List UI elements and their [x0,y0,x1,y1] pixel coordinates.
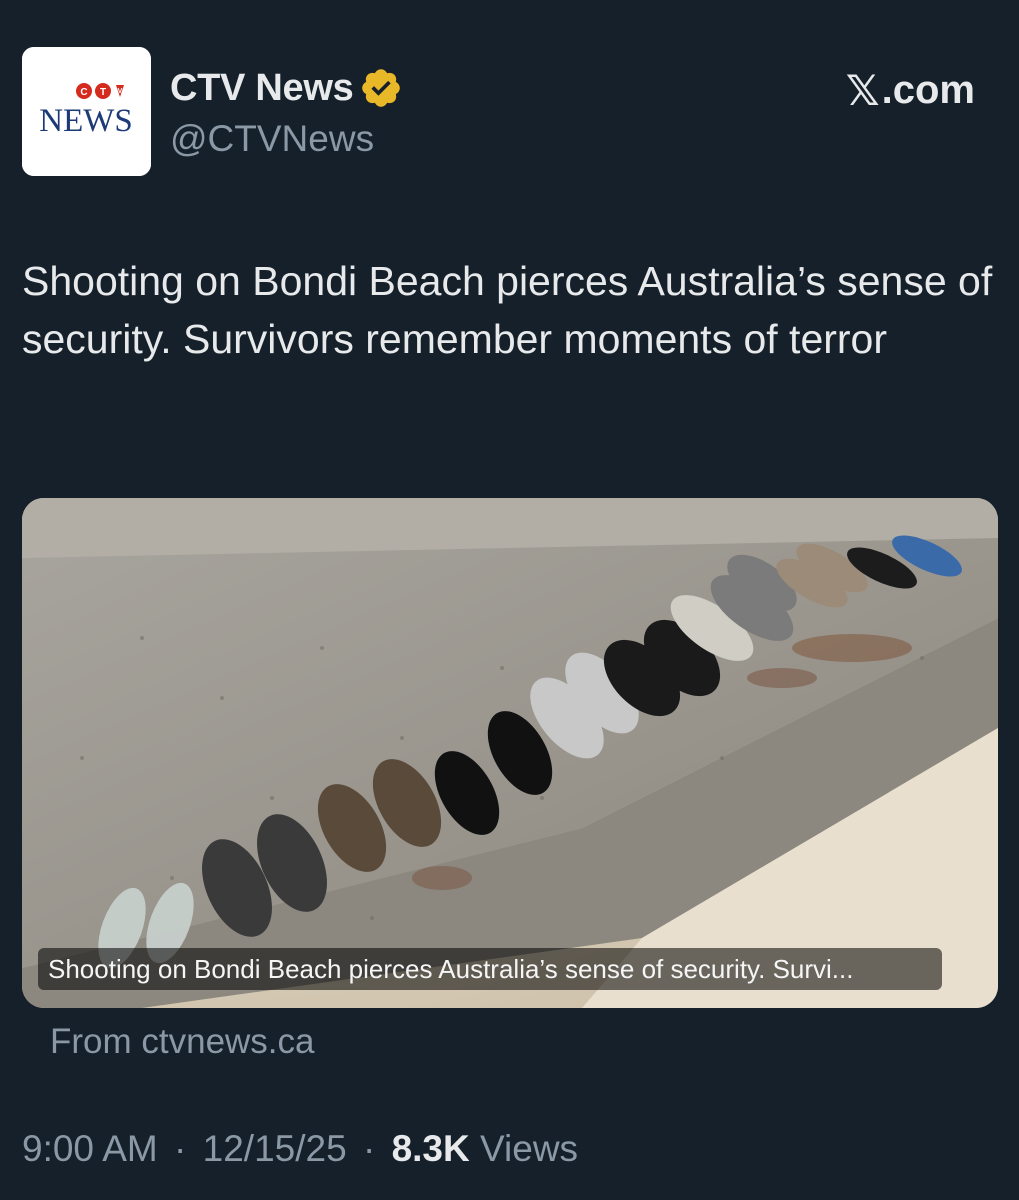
article-photo [22,498,998,1008]
tweet-date[interactable]: 12/15/25 [203,1128,347,1169]
x-com-brand: 𝕏 .com [846,66,975,115]
ctv-news-logo: C T V NEWS [22,47,151,176]
views-label: Views [480,1128,579,1169]
svg-text:T: T [100,87,106,98]
meta-separator: · [174,1128,187,1169]
account-avatar[interactable]: C T V NEWS [22,47,151,176]
card-caption: Shooting on Bondi Beach pierces Australi… [38,948,942,990]
svg-text:V: V [118,88,123,95]
x-logo-icon: 𝕏 [845,66,880,115]
tweet-time[interactable]: 9:00 AM [22,1128,158,1169]
meta-separator: · [362,1128,376,1169]
verified-badge-icon [359,66,403,110]
svg-text:C: C [80,87,87,98]
account-display-name[interactable]: CTV News [170,67,354,110]
card-source-link[interactable]: From ctvnews.ca [50,1022,315,1062]
account-handle[interactable]: @CTVNews [170,118,374,160]
brand-label: .com [881,68,975,112]
tweet-text: Shooting on Bondi Beach pierces Australi… [22,258,993,362]
link-card[interactable]: Shooting on Bondi Beach pierces Australi… [22,498,998,1008]
account-name-row[interactable]: CTV News [170,66,403,110]
logo-news-text: NEWS [39,103,133,139]
tweet-meta: 9:00 AM · 12/15/25 · 8.3K Views [22,1128,578,1170]
views-count[interactable]: 8.3K [392,1128,470,1169]
